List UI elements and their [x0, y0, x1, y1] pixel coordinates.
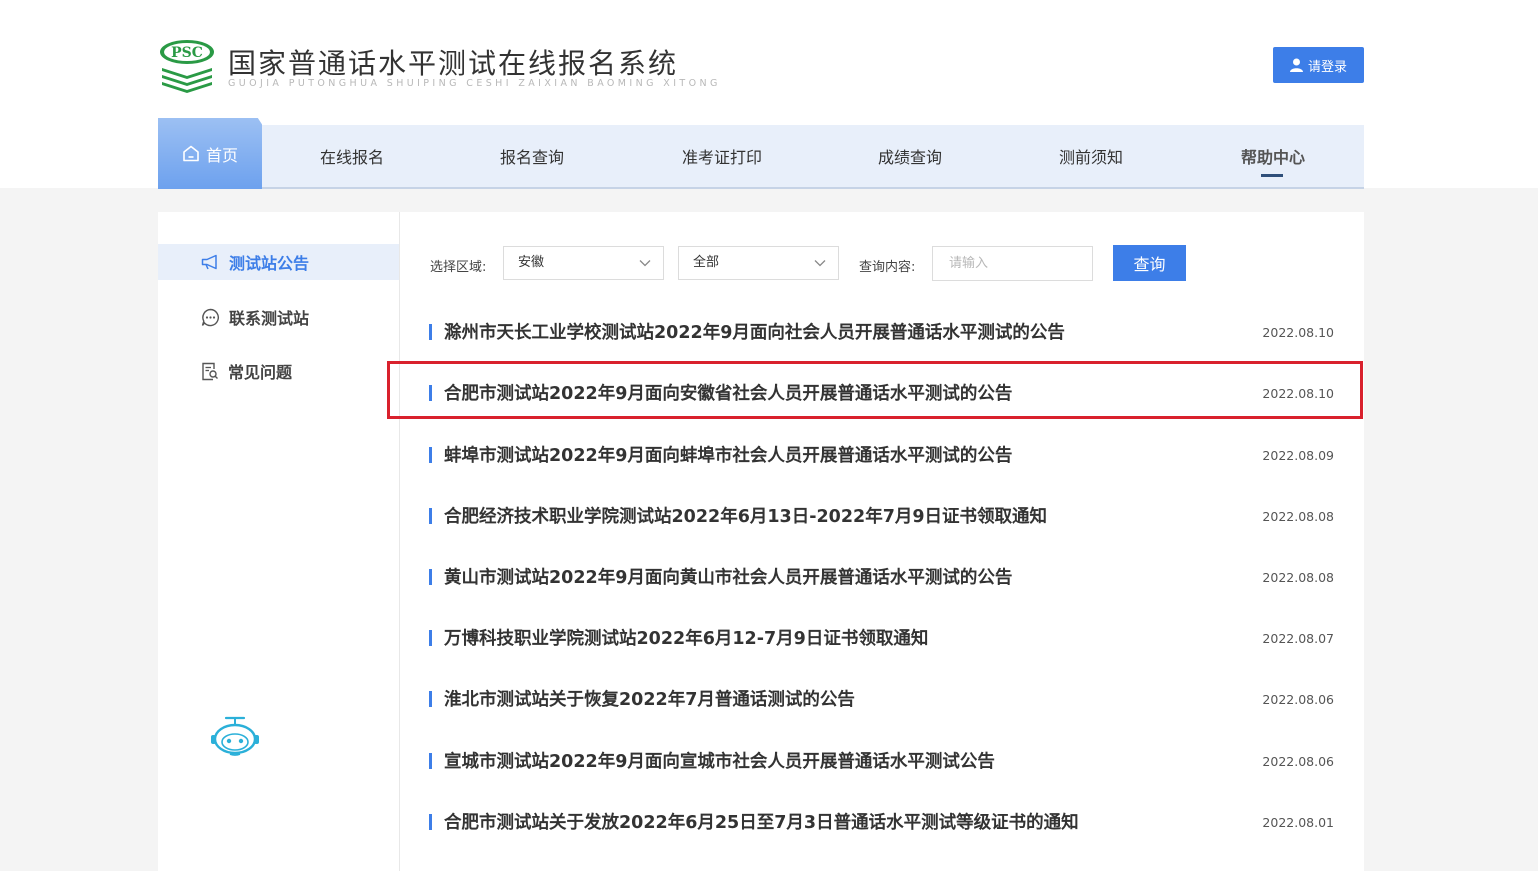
nav-label: 在线报名: [319, 148, 384, 167]
nav-label: 帮助中心: [1240, 148, 1305, 167]
sidebar-item-announcements[interactable]: 测试站公告: [158, 244, 399, 280]
row-marker: [429, 630, 432, 646]
nav-help-center[interactable]: 帮助中心: [1184, 125, 1362, 187]
announcement-date: 2022.08.07: [1262, 631, 1334, 646]
announcement-title: 滁州市天长工业学校测试站2022年9月面向社会人员开展普通话水平测试的公告: [444, 323, 1065, 343]
chevron-down-icon: [639, 260, 651, 267]
announcement-date: 2022.08.06: [1262, 692, 1334, 707]
query-label: 查询内容:: [859, 260, 916, 275]
announcement-title: 宣城市测试站2022年9月面向宣城市社会人员开展普通话水平测试公告: [444, 752, 995, 772]
nav-home[interactable]: 首页: [158, 118, 262, 189]
announcement-title: 蚌埠市测试站2022年9月面向蚌埠市社会人员开展普通话水平测试的公告: [444, 446, 1013, 466]
nav-home-label: 首页: [205, 145, 238, 165]
sidebar-item-label: 测试站公告: [229, 254, 310, 273]
query-button[interactable]: 查询: [1113, 245, 1186, 281]
announcement-row[interactable]: 万博科技职业学院测试站2022年6月12-7月9日证书领取通知 2022.08.…: [429, 619, 1334, 659]
announcement-title: 合肥市测试站关于发放2022年6月25日至7月3日普通话水平测试等级证书的通知: [444, 813, 1079, 833]
nav-admission-ticket-print[interactable]: 准考证打印: [622, 125, 822, 187]
sidebar: 测试站公告 联系测试站 常见问题: [158, 212, 400, 871]
announcement-row[interactable]: 滁州市天长工业学校测试站2022年9月面向社会人员开展普通话水平测试的公告 20…: [429, 313, 1334, 353]
row-marker: [429, 569, 432, 585]
announcement-date: 2022.08.08: [1262, 570, 1334, 585]
announcement-title: 淮北市测试站关于恢复2022年7月普通话测试的公告: [444, 690, 855, 710]
announcement-row[interactable]: 淮北市测试站关于恢复2022年7月普通话测试的公告 2022.08.06: [429, 680, 1334, 720]
home-icon: [183, 145, 199, 162]
logo-badge-text: PSC: [171, 45, 203, 61]
nav-pre-test-notice[interactable]: 测前须知: [998, 125, 1184, 187]
psc-logo-icon: PSC: [160, 40, 214, 93]
announcement-row[interactable]: 黄山市测试站2022年9月面向黄山市社会人员开展普通话水平测试的公告 2022.…: [429, 558, 1334, 598]
region-label: 选择区域:: [430, 260, 487, 275]
announcement-date: 2022.08.01: [1262, 815, 1334, 830]
content-panel: 测试站公告 联系测试站 常见问题 选择区域: 安徽 全部 查询内容: 请输入 查…: [158, 212, 1364, 871]
announcement-row[interactable]: 合肥市测试站关于发放2022年6月25日至7月3日普通话水平测试等级证书的通知 …: [429, 803, 1334, 843]
sidebar-item-label: 常见问题: [228, 363, 293, 382]
robot-assistant-icon[interactable]: [208, 715, 262, 757]
announcement-title: 合肥经济技术职业学院测试站2022年6月13日-2022年7月9日证书领取通知: [444, 507, 1048, 527]
nav-label: 测前须知: [1058, 148, 1123, 167]
nav-active-indicator: [1261, 174, 1283, 177]
row-marker: [429, 385, 432, 401]
row-marker: [429, 324, 432, 340]
login-label: 请登录: [1307, 59, 1347, 75]
search-input[interactable]: [932, 246, 1093, 281]
nav-score-query[interactable]: 成绩查询: [822, 125, 998, 187]
announcement-date: 2022.08.10: [1262, 386, 1334, 401]
sidebar-item-contact[interactable]: 联系测试站: [158, 299, 399, 335]
site-logo[interactable]: PSC 国家普通话水平测试在线报名系统 GUOJIA PUTONGHUA SHU…: [158, 38, 717, 98]
announcement-date: 2022.08.09: [1262, 448, 1334, 463]
announcement-date: 2022.08.08: [1262, 509, 1334, 524]
row-marker: [429, 447, 432, 463]
announcement-title: 万博科技职业学院测试站2022年6月12-7月9日证书领取通知: [444, 629, 929, 649]
sidebar-item-faq[interactable]: 常见问题: [158, 353, 399, 389]
announcement-row[interactable]: 合肥经济技术职业学院测试站2022年6月13日-2022年7月9日证书领取通知 …: [429, 497, 1334, 537]
row-marker: [429, 753, 432, 769]
nav-online-registration[interactable]: 在线报名: [262, 125, 442, 187]
row-marker: [429, 691, 432, 707]
row-marker: [429, 508, 432, 524]
announcement-title: 合肥市测试站2022年9月面向安徽省社会人员开展普通话水平测试的公告: [444, 384, 1013, 404]
announcement-date: 2022.08.10: [1262, 325, 1334, 340]
nav-registration-query[interactable]: 报名查询: [442, 125, 622, 187]
document-search-icon: [202, 362, 218, 380]
announcement-row[interactable]: 宣城市测试站2022年9月面向宣城市社会人员开展普通话水平测试公告 2022.0…: [429, 742, 1334, 782]
login-button[interactable]: 请登录: [1273, 47, 1364, 83]
user-icon: [1289, 58, 1303, 72]
scope-select-value: 全部: [693, 255, 720, 270]
nav-label: 成绩查询: [877, 148, 942, 167]
main-nav: 首页 在线报名 报名查询 准考证打印 成绩查询 测前须知 帮助中心: [158, 118, 1364, 189]
announcement-title: 黄山市测试站2022年9月面向黄山市社会人员开展普通话水平测试的公告: [444, 568, 1013, 588]
region-select[interactable]: 安徽: [503, 246, 664, 280]
announcement-row[interactable]: 合肥市测试站2022年9月面向安徽省社会人员开展普通话水平测试的公告 2022.…: [429, 374, 1334, 414]
announcement-date: 2022.08.06: [1262, 754, 1334, 769]
nav-label: 报名查询: [499, 148, 564, 167]
chat-icon: [201, 308, 219, 326]
site-title-pinyin: GUOJIA PUTONGHUA SHUIPING CESHI ZAIXIAN …: [228, 78, 721, 89]
nav-label: 准考证打印: [681, 148, 762, 167]
megaphone-icon: [201, 254, 217, 270]
sidebar-item-label: 联系测试站: [229, 309, 310, 328]
scope-select[interactable]: 全部: [678, 246, 839, 280]
region-select-value: 安徽: [518, 255, 545, 270]
row-marker: [429, 814, 432, 830]
announcement-row[interactable]: 蚌埠市测试站2022年9月面向蚌埠市社会人员开展普通话水平测试的公告 2022.…: [429, 436, 1334, 476]
chevron-down-icon: [814, 260, 826, 267]
site-title: 国家普通话水平测试在线报名系统: [228, 47, 679, 80]
